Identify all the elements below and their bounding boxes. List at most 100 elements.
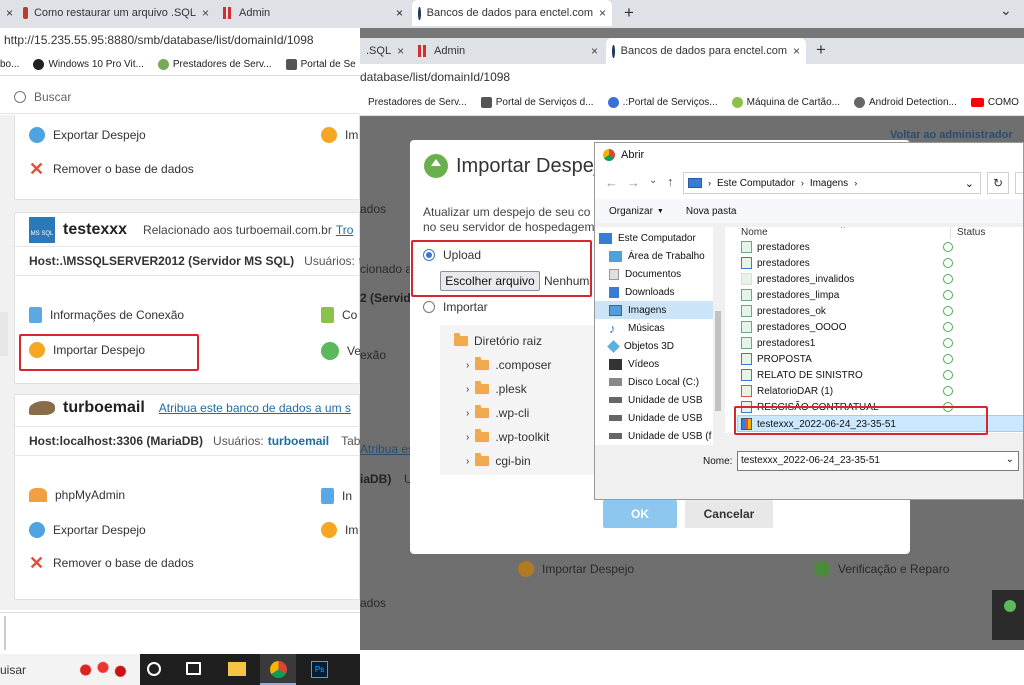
remove-database-link[interactable]: Remover o base de dados (53, 162, 194, 176)
nav-item[interactable]: Unidade de USB (595, 409, 713, 427)
column-header-status[interactable]: Status (957, 227, 985, 238)
bookmark-maquina[interactable]: Máquina de Cartão... (731, 97, 840, 108)
file-row[interactable]: prestadores (741, 239, 810, 255)
breadcrumb-item[interactable]: Imagens (810, 178, 848, 189)
nav-item[interactable]: Disco Local (C:) (595, 373, 713, 391)
remove-database-link[interactable]: Remover o base de dados (53, 556, 194, 570)
close-icon[interactable]: × (585, 44, 598, 58)
chevron-right-icon[interactable]: › (466, 360, 469, 371)
search-bar[interactable]: Buscar (0, 80, 360, 114)
bookmark-windows[interactable]: Windows 10 Pro Vit... (33, 58, 144, 70)
organize-button[interactable]: Organizar ▼ (609, 206, 664, 217)
file-row[interactable]: PROPOSTA (741, 351, 812, 367)
chevron-right-icon[interactable]: › (466, 384, 469, 395)
cortana-icon[interactable] (147, 662, 161, 676)
nav-item[interactable]: Downloads (595, 283, 713, 301)
new-tab-icon[interactable]: + (624, 3, 634, 23)
nav-scrollbar[interactable] (713, 227, 723, 445)
verify-label-cut[interactable]: Ve (347, 344, 361, 358)
export-dump-link[interactable]: Exportar Despejo (53, 128, 146, 142)
chevron-right-icon[interactable]: › (466, 456, 469, 467)
back-arrow-icon[interactable]: ← (605, 175, 618, 190)
bottom-input[interactable] (4, 616, 6, 650)
file-row[interactable]: RelatorioDAR (1) (741, 383, 833, 399)
bookmark-prestadores[interactable]: Prestadores de Serv... (368, 97, 467, 108)
inner-tab-admin[interactable]: Admin × (412, 38, 604, 64)
file-explorer-icon[interactable] (228, 662, 246, 676)
inner-tab-active[interactable]: Bancos de dados para enctel.com × (606, 38, 806, 64)
users-link[interactable]: turboemail (268, 434, 329, 448)
close-icon[interactable]: × (196, 6, 209, 20)
file-row[interactable]: prestadores_ok (741, 303, 826, 319)
database-name[interactable]: testexxx (63, 221, 127, 239)
chevron-down-icon[interactable]: ⌄ (649, 175, 657, 186)
nav-item[interactable]: ♪ Músicas (595, 319, 713, 337)
file-row[interactable]: RELATO DE SINISTRO (741, 367, 863, 383)
side-handle[interactable] (0, 312, 8, 356)
related-link[interactable]: Tro (336, 223, 354, 237)
tree-folder[interactable]: › .wp-toolkit (454, 425, 600, 449)
forward-arrow-icon[interactable]: → (627, 175, 640, 190)
tree-root[interactable]: Diretório raiz (454, 329, 600, 353)
nav-item[interactable]: Área de Trabalho (595, 247, 713, 265)
toast-notification[interactable] (992, 590, 1024, 640)
phpmyadmin-link[interactable]: phpMyAdmin (55, 488, 125, 502)
back-tab-admin[interactable]: Admin (217, 0, 360, 26)
cancel-button[interactable]: Cancelar (685, 500, 773, 528)
connection-info-link[interactable]: Informações de Conexão (50, 308, 184, 322)
file-row[interactable]: prestadores_limpa (741, 287, 839, 303)
column-header-name[interactable]: Nome (741, 227, 768, 238)
close-icon[interactable]: × (6, 6, 13, 20)
column-divider[interactable] (950, 227, 951, 239)
close-icon[interactable]: × (391, 44, 404, 58)
nav-item[interactable]: Este Computador (595, 229, 713, 247)
nav-item[interactable]: Unidade de USB (f (595, 427, 713, 445)
database-name[interactable]: turboemail (63, 399, 145, 417)
new-tab-icon[interactable]: + (816, 40, 826, 60)
import-label-cut[interactable]: Im (345, 523, 358, 537)
import-label-cut[interactable]: Im (345, 128, 358, 142)
tab-active-top[interactable]: Bancos de dados para enctel.com × (412, 0, 612, 26)
tree-folder[interactable]: › .composer (454, 353, 600, 377)
copy-label-cut[interactable]: Co (342, 308, 357, 322)
search-box[interactable] (1015, 172, 1023, 194)
bookmark-prefix[interactable]: bo... (0, 59, 19, 70)
scroll-thumb[interactable] (715, 311, 721, 411)
bookmark-android[interactable]: Android Detection... (854, 97, 957, 108)
file-row[interactable]: prestadores1 (741, 335, 815, 351)
back-address-bar[interactable]: http://15.235.55.95:8880/smb/database/li… (0, 28, 360, 52)
bookmark-prestadores[interactable]: Prestadores de Serv... (157, 58, 272, 70)
back-to-admin-link[interactable]: Voltar ao administrador (890, 129, 1013, 141)
up-arrow-icon[interactable]: ↑ (667, 174, 674, 189)
nav-item[interactable]: Unidade de USB (595, 391, 713, 409)
info-label-cut[interactable]: In (342, 489, 352, 503)
export-dump-link[interactable]: Exportar Despejo (53, 523, 146, 537)
chevron-down-icon[interactable]: ⌄ (1006, 454, 1014, 465)
nav-item[interactable]: Documentos (595, 265, 713, 283)
path-breadcrumb[interactable]: › Este Computador › Imagens › ⌄ (683, 172, 981, 194)
photoshop-icon[interactable]: Ps (311, 661, 328, 678)
refresh-icon[interactable]: ↻ (987, 172, 1009, 194)
bookmark-youtube[interactable]: COMO (970, 97, 1019, 108)
tree-folder[interactable]: › .wp-cli (454, 401, 600, 425)
inner-address-bar[interactable]: database/list/domainId/1098 (360, 64, 1024, 90)
import-radio[interactable] (423, 301, 435, 313)
file-row[interactable]: prestadores (741, 255, 810, 271)
ok-button[interactable]: OK (603, 500, 677, 528)
inner-tab-sql[interactable]: .SQL × (360, 38, 404, 64)
nav-item-selected[interactable]: Imagens (595, 301, 713, 319)
chevron-right-icon[interactable]: › (466, 432, 469, 443)
chevron-right-icon[interactable]: › (466, 408, 469, 419)
back-close-icon[interactable]: × (396, 6, 403, 20)
back-tab-sql[interactable]: × Como restaurar um arquivo .SQL × (0, 0, 215, 26)
task-view-icon[interactable] (186, 662, 201, 675)
breadcrumb-item[interactable]: Este Computador (717, 178, 795, 189)
tree-folder[interactable]: › cgi-bin (454, 449, 600, 473)
new-folder-button[interactable]: Nova pasta (686, 206, 737, 217)
bookmark-portal-servicos[interactable]: .:Portal de Serviços... (607, 97, 718, 108)
close-icon[interactable]: × (593, 6, 606, 20)
bookmark-portal[interactable]: Portal de Serviços d... (480, 97, 594, 108)
tree-folder[interactable]: › .plesk (454, 377, 600, 401)
chevron-down-icon[interactable]: ⌄ (965, 177, 974, 190)
nav-item[interactable]: Vídeos (595, 355, 713, 373)
